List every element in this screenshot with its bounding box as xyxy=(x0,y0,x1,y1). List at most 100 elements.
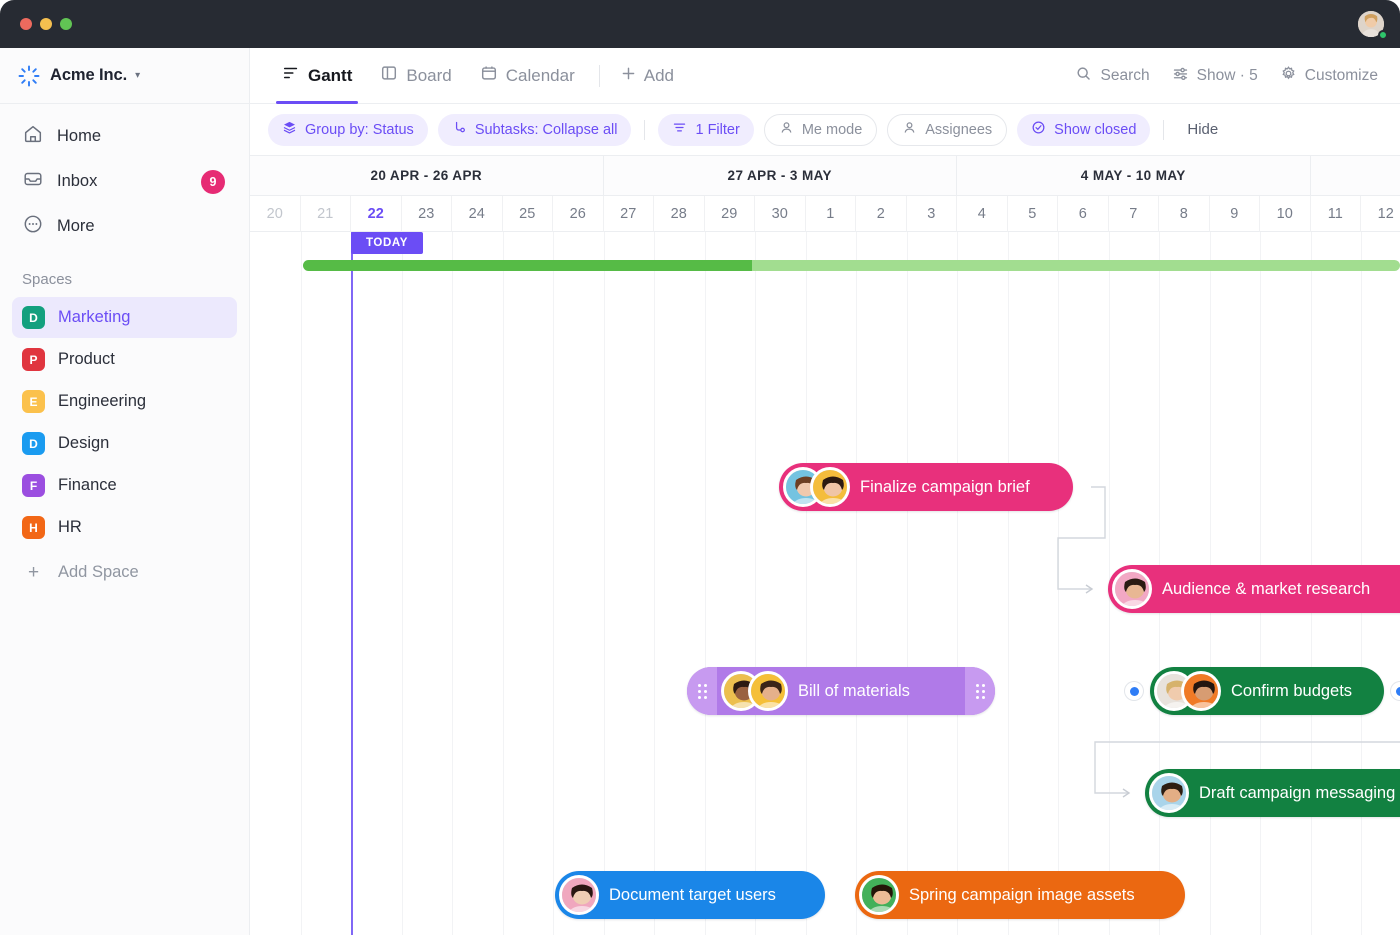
sidebar-item-product[interactable]: P Product xyxy=(12,339,237,380)
app-window: Acme Inc. ▾ Home Inbox 9 More Spaces D M… xyxy=(0,0,1400,935)
avatar-man-1 xyxy=(1112,569,1152,609)
add-space-label: Add Space xyxy=(58,563,139,581)
gantt-task-bar[interactable]: Finalize campaign brief xyxy=(779,463,1073,511)
sidebar-item-engineering[interactable]: E Engineering xyxy=(12,381,237,422)
timeline-week-3 xyxy=(1310,156,1400,196)
customize-button[interactable]: Customize xyxy=(1280,65,1378,87)
workspace-switcher[interactable]: Acme Inc. ▾ xyxy=(0,48,249,104)
gantt-task-bar[interactable]: Document target users xyxy=(555,871,825,919)
plus-icon: + xyxy=(27,562,40,583)
task-assignee-avatars[interactable] xyxy=(1149,773,1189,813)
filter-toolbar: Group by: Status Subtasks: Collapse all xyxy=(250,104,1400,156)
task-assignee-avatars[interactable] xyxy=(783,467,850,507)
filter-button[interactable]: 1 Filter xyxy=(658,113,754,146)
gantt-task-bar[interactable]: Spring campaign image assets xyxy=(855,871,1185,919)
gantt-task-bar[interactable]: Draft campaign messaging & copy xyxy=(1145,769,1400,817)
avatar-man-3 xyxy=(1181,671,1221,711)
task-assignee-avatars[interactable] xyxy=(1112,569,1152,609)
customize-label: Customize xyxy=(1304,66,1378,84)
timeline-day-8: 8 xyxy=(1159,196,1210,232)
timeline-week-2: 4 MAY - 10 MAY xyxy=(957,156,1311,196)
timeline-day-27: 27 xyxy=(603,196,654,232)
timeline-day-24: 24 xyxy=(452,196,503,232)
timeline-day-12: 12 xyxy=(1361,196,1400,232)
hide-button[interactable]: Hide xyxy=(1177,121,1228,138)
search-button[interactable]: Search xyxy=(1075,65,1150,87)
gear-icon xyxy=(1280,65,1297,87)
sidebar-item-hr[interactable]: H HR xyxy=(12,507,237,548)
timeline-day-10: 10 xyxy=(1260,196,1311,232)
workspace-name: Acme Inc. xyxy=(50,66,128,84)
task-name: Finalize campaign brief xyxy=(860,477,1030,496)
tab-gantt[interactable]: Gantt xyxy=(268,48,366,104)
space-label: Finance xyxy=(58,476,117,494)
timeline-day-23: 23 xyxy=(401,196,452,232)
timeline-day-30: 30 xyxy=(755,196,806,232)
overall-progress-bar xyxy=(302,260,1400,271)
sidebar-item-more-label: More xyxy=(57,217,95,235)
gantt-task-bar[interactable]: Audience & market research xyxy=(1108,565,1400,613)
task-assignee-avatars[interactable] xyxy=(1154,671,1221,711)
task-assignee-avatars[interactable] xyxy=(559,875,599,915)
task-assignee-avatars[interactable] xyxy=(859,875,899,915)
show-button[interactable]: Show · 5 xyxy=(1172,65,1258,87)
space-label: Engineering xyxy=(58,392,147,410)
sidebar-item-home[interactable]: Home xyxy=(12,114,237,159)
subtask-icon xyxy=(452,120,467,139)
spaces-section-title: Spaces xyxy=(22,271,73,288)
sidebar-item-design[interactable]: D Design xyxy=(12,423,237,464)
task-name: Confirm budgets xyxy=(1231,681,1353,700)
timeline-day-26: 26 xyxy=(553,196,604,232)
timeline-day-11: 11 xyxy=(1310,196,1361,232)
sidebar-item-inbox[interactable]: Inbox 9 xyxy=(12,159,237,204)
timeline-day-6: 6 xyxy=(1058,196,1109,232)
task-name: Spring campaign image assets xyxy=(909,885,1135,904)
check-circle-icon xyxy=(1031,120,1046,139)
minimize-window-button[interactable] xyxy=(40,18,52,30)
sliders-icon xyxy=(1172,65,1189,87)
gantt-task-bar[interactable]: Bill of materials xyxy=(687,667,995,715)
progress-remaining xyxy=(752,260,1400,271)
today-line xyxy=(351,232,353,935)
clickup-logo-icon xyxy=(18,65,40,87)
me-mode-button[interactable]: Me mode xyxy=(763,113,878,146)
toolbar-divider xyxy=(598,64,600,87)
gantt-task-bar[interactable]: Confirm budgets xyxy=(1150,667,1384,715)
gantt-grid: Finalize campaign brief Audience & market… xyxy=(250,232,1400,935)
avatar-woman-6 xyxy=(859,875,899,915)
sidebar-nav: Home Inbox 9 More xyxy=(0,104,249,249)
group-by-button[interactable]: Group by: Status xyxy=(268,113,428,146)
space-avatar-engineering: E xyxy=(22,390,45,413)
chevron-down-icon[interactable]: ▾ xyxy=(135,70,140,81)
close-window-button[interactable] xyxy=(20,18,32,30)
timeline-week-1: 27 APR - 3 MAY xyxy=(603,156,957,196)
avatar-man-4 xyxy=(1149,773,1189,813)
tab-calendar[interactable]: Calendar xyxy=(466,48,589,104)
timeline-day-22: 22 xyxy=(351,196,402,232)
task-assignee-avatars[interactable] xyxy=(721,671,788,711)
task-name: Document target users xyxy=(609,885,776,904)
tab-board[interactable]: Board xyxy=(366,48,465,104)
assignees-button[interactable]: Assignees xyxy=(887,113,1008,146)
sidebar-item-finance[interactable]: F Finance xyxy=(12,465,237,506)
online-status-dot xyxy=(1378,30,1388,40)
avatar-man-2 xyxy=(748,671,788,711)
task-connector-dot-left[interactable] xyxy=(1125,682,1143,700)
subtasks-button[interactable]: Subtasks: Collapse all xyxy=(437,113,632,146)
filter-divider-2 xyxy=(1163,119,1165,140)
calendar-icon xyxy=(480,64,498,87)
sidebar-item-more[interactable]: More xyxy=(12,204,237,249)
show-closed-button[interactable]: Show closed xyxy=(1017,113,1151,146)
group-by-label: Group by: Status xyxy=(305,121,414,138)
add-view-button[interactable]: Add xyxy=(610,65,684,87)
space-avatar-design: D xyxy=(22,432,45,455)
maximize-window-button[interactable] xyxy=(60,18,72,30)
add-space-button[interactable]: + Add Space xyxy=(12,552,237,593)
show-closed-label: Show closed xyxy=(1054,121,1137,138)
ellipsis-circle-icon xyxy=(22,213,44,240)
sidebar-item-marketing[interactable]: D Marketing xyxy=(12,297,237,338)
space-avatar-marketing: D xyxy=(22,306,45,329)
task-name: Bill of materials xyxy=(798,681,910,700)
window-controls[interactable] xyxy=(20,18,72,30)
timeline-day-2: 2 xyxy=(856,196,907,232)
